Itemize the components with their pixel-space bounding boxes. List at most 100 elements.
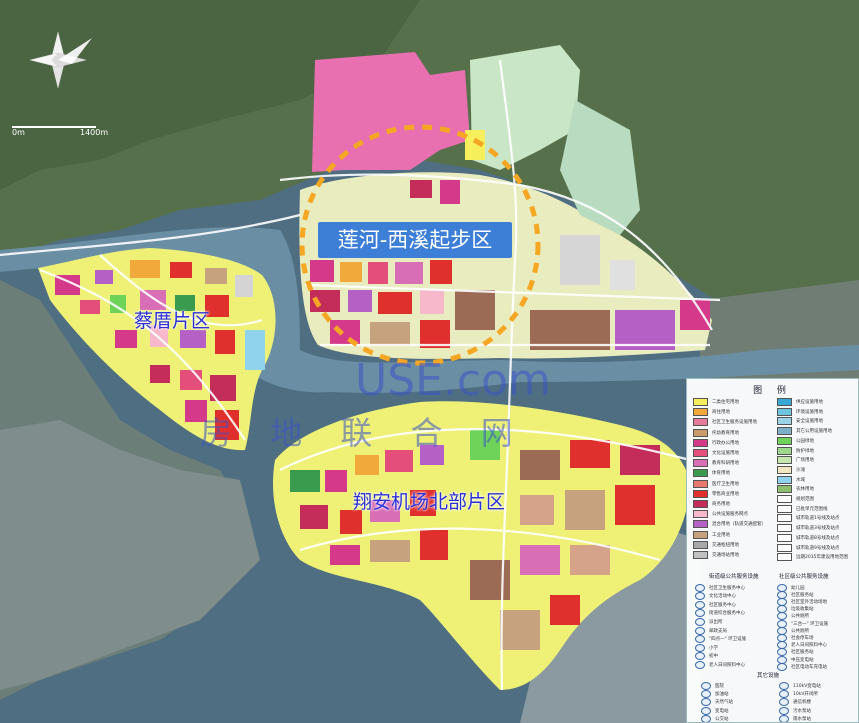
legend-symbol-label: 加油站 [715, 691, 729, 697]
legend-item: 托幼教育用地 [693, 428, 739, 438]
facility-icon [701, 681, 711, 690]
facility-icon [701, 689, 711, 698]
legend-item: 商务用地 [693, 499, 730, 509]
legend-symbol-label: 通信机楼 [793, 700, 811, 706]
legend-symbol-label: 变电站 [715, 708, 729, 714]
legend-item: 混合用地（轨道交通配套） [693, 519, 766, 529]
legend-symbol-label: 公交站 [715, 717, 729, 723]
facility-icon [695, 626, 705, 635]
legend-item: 文化设施用地 [693, 448, 739, 458]
watermark-cn: 房 地 联 合 网 [200, 414, 527, 452]
watermark-brand: USE.com [355, 355, 551, 406]
legend-label: 医疗卫生用地 [712, 481, 739, 487]
facility-icon [779, 681, 789, 690]
legend-label: 混合用地（轨道交通配套） [712, 522, 766, 528]
legend-swatch [777, 475, 792, 484]
facility-icon [695, 643, 705, 652]
legend-label: 环境设施用地 [796, 409, 823, 415]
legend-item: 教育科研用地 [693, 458, 739, 468]
legend-label: 安全设施用地 [796, 419, 823, 425]
legend-symbol-label: 派出所 [709, 619, 723, 625]
legend-swatch [693, 418, 708, 427]
facility-icon [695, 583, 705, 592]
legend-item: 防护绿地 [777, 446, 814, 456]
legend-item: 零售商业用地 [693, 489, 739, 499]
legend-title: 图 例 [753, 386, 792, 396]
legend-item: 农林用地 [777, 484, 814, 494]
legend-label: 供应设施用地 [796, 400, 823, 405]
facility-icon [779, 698, 789, 707]
legend-label: 交通场站用地 [712, 553, 739, 558]
legend-item: 城市轨道9号线及站点 [777, 543, 839, 553]
legend-swatch [777, 514, 792, 523]
legend-swatch [693, 520, 708, 529]
facility-icon [701, 706, 711, 715]
scale-max: 1400m [80, 128, 109, 137]
legend-symbol-label: 社区服务中心 [709, 602, 736, 608]
legend-label: 托幼教育用地 [712, 430, 739, 436]
legend-item: 环境设施用地 [777, 407, 823, 417]
legend-item: 远期2035年建设用地范围 [777, 552, 848, 562]
legend-label: 其它公用设施用地 [796, 429, 832, 435]
facility-icon [701, 715, 711, 722]
legend-label: 远期2035年建设用地范围 [796, 555, 848, 561]
legend-item: 公共设施服务网点 [693, 509, 748, 519]
legend-label: 防护绿地 [796, 448, 814, 454]
caiqiao-label: 蔡厝片区 [134, 310, 211, 332]
legend-symbol-label: 医院 [715, 683, 724, 689]
legend-label: 二类住宅用地 [712, 400, 739, 405]
legend-symbol-label: 雨水泵站 [793, 717, 811, 723]
legend-swatch [777, 417, 792, 426]
legend-swatch [777, 553, 792, 562]
legend-label: 文化设施用地 [712, 451, 739, 456]
legend-symbol-label: 街道综合服务中心 [709, 611, 745, 617]
legend-item: 已批单元范围线 [777, 504, 828, 514]
legend-item: 沙滩 [777, 465, 805, 475]
legend-label: 农林用地 [796, 487, 814, 493]
legend-symbol-item: 雨水泵站 [779, 715, 811, 723]
legend-label: 体育用地 [712, 471, 730, 477]
legend-label: 城市轨道1号线及站点 [796, 516, 840, 522]
scale-zero: 0m [12, 128, 25, 137]
legend-symbol-label: 邮政支局 [709, 628, 727, 634]
legend-label: 零售商业用地 [712, 491, 739, 497]
legend-symbol-label: 小学 [709, 645, 718, 651]
legend-label: 工业用地 [712, 532, 730, 538]
legend-swatch [777, 495, 792, 503]
legend-item: 城市轨道3号线及站点 [777, 523, 839, 533]
legend-item: 公园绿地 [777, 436, 814, 446]
legend-label: 沙滩 [796, 467, 805, 473]
legend-swatch [777, 398, 792, 406]
legend-swatch [693, 459, 708, 468]
legend-symbol-label: 社区卫生服务中心 [709, 585, 745, 591]
legend-item: 城市轨道8号线及站点 [777, 533, 839, 543]
legend-label: 城市轨道8号线及站点 [796, 535, 840, 541]
legend-label: 水域 [796, 477, 805, 483]
legend-swatch [777, 446, 792, 455]
legend-swatch [693, 449, 708, 457]
legend-label: 社区卫生服务设施用地 [712, 420, 757, 426]
legend-swatch [693, 489, 708, 498]
legend-swatch [777, 533, 792, 542]
legend-item: 其它公用设施用地 [777, 426, 832, 436]
legend-symbol-item: 老人日间照料中心 [695, 660, 745, 669]
facility-icon [779, 689, 789, 698]
legend-section-street: 街道级公共服务设施 [709, 574, 759, 580]
legend-swatch [777, 456, 792, 465]
legend-swatch [693, 479, 708, 488]
facility-icon [695, 609, 705, 618]
legend-symbol-label: 10kV开闭所 [793, 691, 818, 697]
legend-label: 行政办公用地 [712, 440, 739, 446]
watermark-logo: USE.com [185, 355, 551, 406]
facility-icon [695, 635, 705, 644]
legend-swatch [693, 530, 708, 539]
legend-symbol-item: 社区电动车充电站 [777, 662, 827, 671]
facility-icon [695, 617, 705, 626]
legend-item: 城市轨道1号线及站点 [777, 513, 839, 523]
legend-swatch [693, 408, 708, 417]
legend-swatch [777, 436, 792, 445]
legend-label: 公共设施服务网点 [712, 512, 748, 518]
legend-label: 广场用地 [796, 458, 814, 464]
legend-item: 广场用地 [777, 455, 814, 465]
legend-symbol-label: 110kV变电站 [793, 683, 821, 689]
